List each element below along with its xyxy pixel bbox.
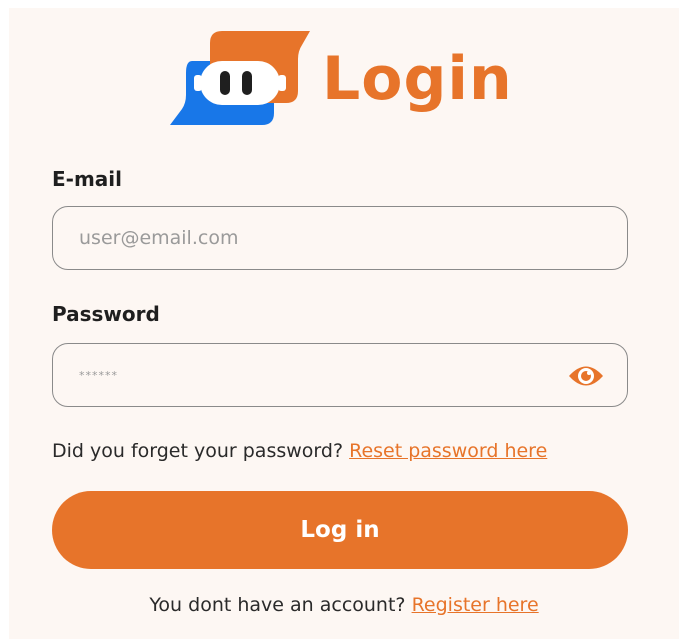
password-field-container[interactable]: [52, 343, 628, 407]
password-field[interactable]: [79, 344, 559, 406]
register-row: You dont have an account? Register here: [9, 594, 679, 616]
email-label: E-mail: [52, 167, 123, 191]
forgot-password-row: Did you forget your password? Reset pass…: [52, 440, 547, 462]
register-link[interactable]: Register here: [412, 594, 539, 616]
chat-robot-logo-icon: [170, 31, 316, 127]
email-field[interactable]: [79, 207, 559, 269]
login-page: Login E-mail Password Did you forget you…: [9, 8, 679, 639]
password-label: Password: [52, 302, 160, 326]
login-button[interactable]: Log in: [52, 491, 628, 569]
register-text: You dont have an account?: [149, 594, 406, 616]
reset-password-link[interactable]: Reset password here: [349, 440, 547, 462]
page-title: Login: [322, 44, 513, 114]
forgot-password-text: Did you forget your password?: [52, 440, 344, 462]
logo: Login: [170, 31, 513, 127]
eye-icon[interactable]: [567, 361, 605, 391]
email-field-container[interactable]: [52, 206, 628, 270]
